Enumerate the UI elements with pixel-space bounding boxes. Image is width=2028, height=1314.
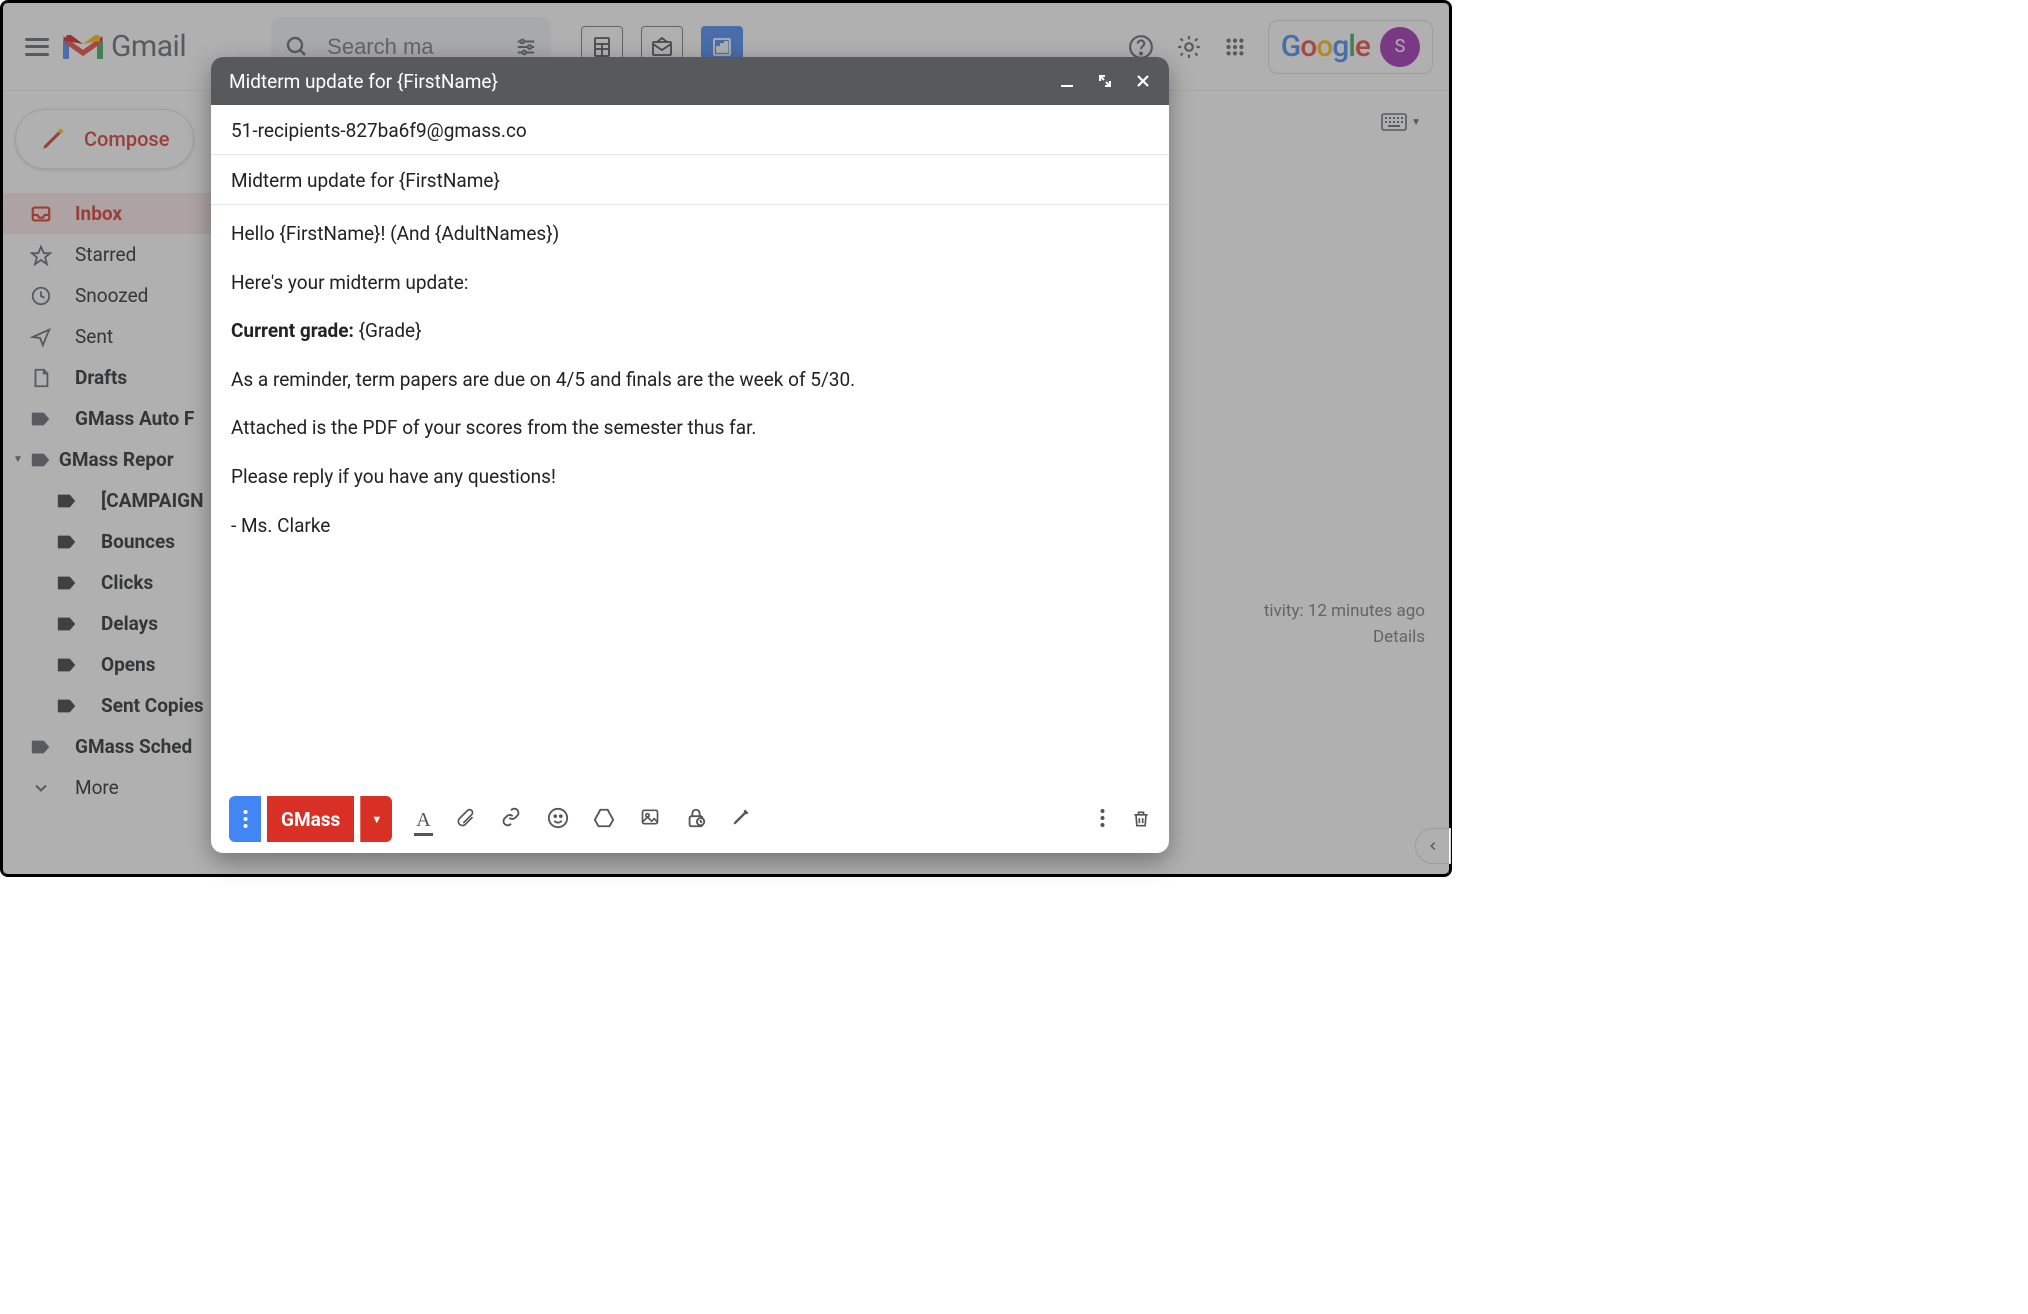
gmail-brand-text: Gmail [111, 29, 186, 64]
nav-gmass-reports[interactable]: ▼GMass Repor [3, 439, 233, 480]
chevron-down-icon [29, 778, 53, 798]
nav-sub-opens[interactable]: Opens [3, 644, 233, 685]
nav-starred[interactable]: Starred [3, 234, 233, 275]
compose-toolbar: GMass ▼ A [211, 785, 1169, 853]
body-greeting: Hello {FirstName}! (And {AdultNames}) [231, 221, 1149, 248]
link-icon[interactable] [499, 807, 523, 832]
apps-grid-icon[interactable] [1224, 36, 1246, 58]
nav-drafts[interactable]: Drafts [3, 357, 233, 398]
compose-title: Midterm update for {FirstName} [229, 70, 1059, 93]
label-icon [55, 656, 79, 674]
label-icon [55, 697, 79, 715]
gmass-send-button[interactable]: GMass [267, 796, 354, 842]
signature-icon[interactable] [731, 807, 751, 832]
drive-icon[interactable] [593, 807, 615, 832]
label-icon [55, 492, 79, 510]
side-panel-toggle[interactable] [1415, 828, 1451, 864]
nav-sub-clicks[interactable]: Clicks [3, 562, 233, 603]
text-format-icon[interactable]: A [416, 807, 430, 832]
body-line1: Here's your midterm update: [231, 270, 1149, 297]
nav-sent[interactable]: Sent [3, 316, 233, 357]
google-account-box[interactable]: Google S [1268, 20, 1433, 74]
minimize-icon[interactable] [1059, 73, 1075, 89]
gmass-options-button[interactable] [229, 796, 261, 842]
search-input[interactable] [327, 34, 477, 60]
nav-gmass-scheduled[interactable]: GMass Sched [3, 726, 233, 767]
nav-sub-sentcopies[interactable]: Sent Copies [3, 685, 233, 726]
body-signoff: - Ms. Clarke [231, 513, 1149, 540]
activity-footer: tivity: 12 minutes ago Details [1264, 601, 1425, 647]
clock-icon [29, 285, 53, 307]
nav-snoozed[interactable]: Snoozed [3, 275, 233, 316]
gmail-m-icon [63, 32, 103, 62]
search-options-icon[interactable] [515, 36, 537, 58]
compose-subject-field[interactable]: Midterm update for {FirstName} [211, 155, 1169, 205]
file-icon [29, 367, 53, 389]
star-icon [29, 244, 53, 266]
nav-inbox[interactable]: Inbox [3, 193, 233, 234]
caret-down-icon: ▼ [1411, 117, 1421, 128]
input-tools-indicator[interactable]: ▼ [1381, 113, 1421, 131]
body-line2: As a reminder, term papers are due on 4/… [231, 367, 1149, 394]
body-line3: Attached is the PDF of your scores from … [231, 415, 1149, 442]
compose-to-field[interactable]: 51-recipients-827ba6f9@gmass.co [211, 105, 1169, 155]
search-icon [285, 35, 309, 59]
gmail-logo[interactable]: Gmail [63, 29, 186, 64]
account-avatar[interactable]: S [1380, 27, 1420, 67]
discard-icon[interactable] [1131, 808, 1151, 830]
sidebar: Compose Inbox Starred Snoozed Sent Draft… [3, 91, 233, 808]
attach-icon[interactable] [455, 807, 475, 832]
body-grade: Current grade: {Grade} [231, 318, 1149, 345]
nav-sub-campaign[interactable]: [CAMPAIGN [3, 480, 233, 521]
restore-icon[interactable] [1097, 73, 1113, 89]
compose-label: Compose [84, 127, 169, 151]
body-line4: Please reply if you have any questions! [231, 464, 1149, 491]
inbox-icon [29, 203, 53, 225]
image-icon[interactable] [639, 807, 661, 832]
label-icon [29, 410, 53, 428]
confidential-icon[interactable] [685, 807, 707, 832]
pencil-icon [40, 126, 66, 152]
caret-down-icon: ▼ [13, 454, 23, 465]
main-menu-icon[interactable] [25, 38, 49, 56]
header-right: Google S [1128, 20, 1433, 74]
activity-text: tivity: 12 minutes ago [1264, 601, 1425, 621]
nav-sub-bounces[interactable]: Bounces [3, 521, 233, 562]
close-icon[interactable] [1135, 73, 1151, 89]
label-icon [29, 451, 53, 469]
send-icon [29, 326, 53, 348]
label-icon [29, 738, 53, 756]
google-logo-text: Google [1281, 29, 1370, 64]
nav-gmass-autof[interactable]: GMass Auto F [3, 398, 233, 439]
compose-button[interactable]: Compose [15, 109, 194, 169]
label-icon [55, 615, 79, 633]
compose-header[interactable]: Midterm update for {FirstName} [211, 57, 1169, 105]
details-link[interactable]: Details [1264, 627, 1425, 647]
gmass-send-dropdown[interactable]: ▼ [360, 796, 392, 842]
chevron-left-icon [1426, 839, 1440, 853]
compose-body[interactable]: Hello {FirstName}! (And {AdultNames}) He… [211, 205, 1169, 785]
nav-list: Inbox Starred Snoozed Sent Drafts GMass … [3, 193, 233, 808]
label-icon [55, 533, 79, 551]
help-icon[interactable] [1128, 34, 1154, 60]
keyboard-icon [1381, 113, 1407, 131]
nav-sub-delays[interactable]: Delays [3, 603, 233, 644]
label-icon [55, 574, 79, 592]
nav-more[interactable]: More [3, 767, 233, 808]
more-options-icon[interactable] [1100, 808, 1105, 830]
emoji-icon[interactable] [547, 807, 569, 832]
compose-dialog: Midterm update for {FirstName} 51-recipi… [211, 57, 1169, 853]
settings-icon[interactable] [1176, 34, 1202, 60]
